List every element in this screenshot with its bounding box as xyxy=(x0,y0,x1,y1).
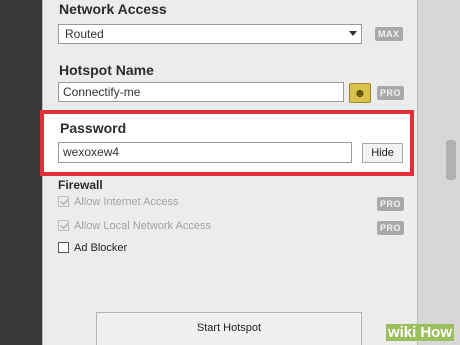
network-access-value: Routed xyxy=(65,27,104,41)
password-field[interactable]: wexoxew4 xyxy=(58,142,352,163)
max-badge: MAX xyxy=(375,27,403,41)
internet-pro-badge: PRO xyxy=(377,197,405,211)
allow-local-network-access-checkbox xyxy=(58,219,69,231)
wikihow-watermark: wiki How xyxy=(385,324,454,341)
ad-blocker-checkbox[interactable] xyxy=(58,241,69,253)
local-network-pro-badge: PRO xyxy=(377,221,405,235)
hotspot-pro-badge: PRO xyxy=(377,86,405,100)
smiley-icon[interactable]: ☻ xyxy=(349,83,371,103)
chevron-down-icon xyxy=(349,31,357,36)
scrollbar-thumb[interactable] xyxy=(446,140,456,180)
allow-local-network-access-label: Allow Local Network Access xyxy=(74,220,211,233)
allow-internet-access-checkbox xyxy=(58,195,69,207)
hide-button[interactable]: Hide xyxy=(362,143,403,163)
allow-internet-access-label: Allow Internet Access xyxy=(74,196,179,209)
password-label: Password xyxy=(60,120,127,136)
start-hotspot-button[interactable]: Start Hotspot xyxy=(96,312,362,345)
hotspot-name-label: Hotspot Name xyxy=(59,62,154,78)
network-access-label: Network Access xyxy=(59,1,167,17)
ad-blocker-option[interactable]: Ad Blocker xyxy=(58,241,127,254)
firewall-label: Firewall xyxy=(58,178,103,192)
network-access-select[interactable]: Routed xyxy=(58,24,362,44)
allow-local-network-access-option: Allow Local Network Access xyxy=(58,219,211,233)
hotspot-name-field[interactable]: Connectify-me xyxy=(58,82,344,102)
ad-blocker-label[interactable]: Ad Blocker xyxy=(74,242,127,254)
allow-internet-access-option: Allow Internet Access xyxy=(58,195,179,209)
